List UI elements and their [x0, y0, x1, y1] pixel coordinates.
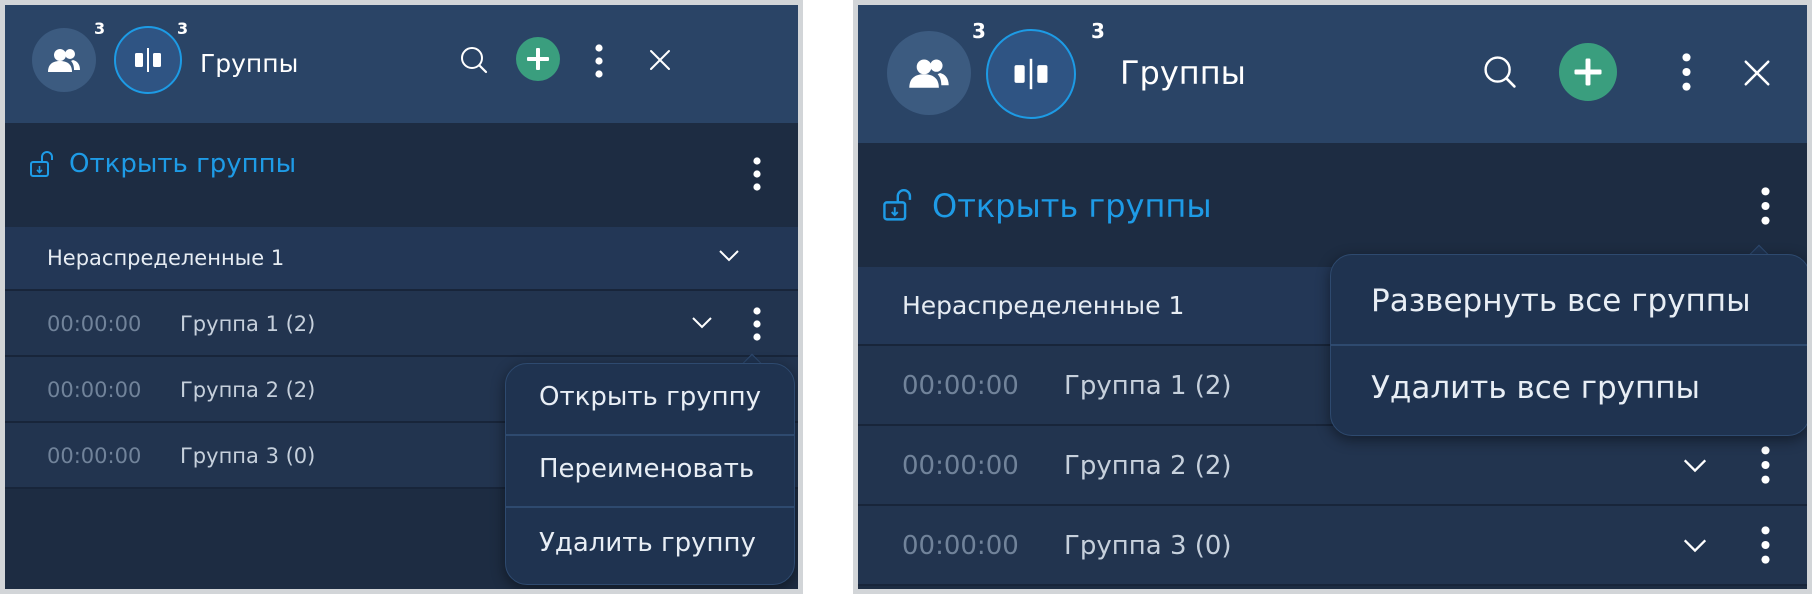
more-vertical-icon [595, 44, 603, 78]
delete-all-groups-item[interactable]: Удалить все группы [1331, 369, 1807, 407]
unassigned-label: Нераспределенные 1 [47, 246, 285, 270]
open-groups-row: Открыть группы [5, 123, 798, 227]
more-vertical-icon [753, 307, 761, 341]
expand-all-groups-item[interactable]: Развернуть все группы [1331, 282, 1807, 320]
group-time: 00:00:00 [902, 451, 1019, 481]
unassigned-label: Нераспределенные 1 [902, 291, 1185, 320]
chevron-down-icon[interactable] [718, 249, 740, 263]
search-icon [1484, 56, 1516, 88]
header-title: Группы [1120, 54, 1246, 92]
more-vertical-icon [1681, 53, 1691, 91]
users-button[interactable] [32, 28, 96, 92]
header-title: Группы [200, 49, 299, 78]
group-time: 00:00:00 [902, 531, 1019, 561]
plus-icon [1574, 58, 1602, 86]
close-icon [1744, 60, 1770, 86]
group-row[interactable]: 00:00:00 Группа 3 (0) [858, 506, 1807, 586]
groups-panel-right: 3 3 Группы Открыть группы Нераспределенн… [853, 0, 1812, 594]
groups-panel-left: 3 3 Группы Открыть группы Нераспределенн… [0, 0, 803, 594]
add-group-button[interactable] [516, 37, 560, 81]
users-icon [48, 49, 80, 72]
group-name: Группа 2 (2) [180, 378, 316, 402]
search-button[interactable] [457, 43, 491, 77]
group-name: Группа 3 (0) [1064, 531, 1232, 561]
open-groups-more-button[interactable] [1753, 185, 1777, 227]
group-row[interactable]: 00:00:00 Группа 2 (2) [858, 426, 1807, 506]
group-name: Группа 3 (0) [180, 444, 316, 468]
close-icon [650, 50, 670, 70]
groups-split-icon [135, 48, 161, 72]
group-time: 00:00:00 [47, 444, 142, 468]
unlock-icon [883, 189, 912, 221]
more-vertical-icon [1760, 526, 1770, 564]
groups-count-badge: 3 [177, 19, 189, 38]
open-group-item[interactable]: Открыть группу [506, 380, 794, 414]
group-more-button[interactable] [1753, 524, 1777, 566]
group-name: Группа 1 (2) [1064, 371, 1232, 401]
group-time: 00:00:00 [902, 371, 1019, 401]
all-groups-context-menu: Развернуть все группы Удалить все группы [1330, 254, 1807, 436]
group-time: 00:00:00 [47, 378, 142, 402]
more-vertical-icon [1760, 446, 1770, 484]
chevron-down-icon[interactable] [1682, 458, 1708, 474]
open-groups-label: Открыть группы [69, 149, 297, 179]
group-row[interactable]: 00:00:00 Группа 1 (2) [5, 291, 798, 357]
unlock-icon [30, 151, 53, 177]
header-more-button[interactable] [589, 43, 609, 79]
delete-group-item[interactable]: Удалить группу [506, 526, 794, 560]
more-vertical-icon [1760, 187, 1770, 225]
rename-group-item[interactable]: Переименовать [506, 452, 794, 486]
users-count-badge: 3 [972, 19, 986, 43]
search-button[interactable] [1480, 52, 1520, 92]
group-time: 00:00:00 [47, 312, 142, 336]
chevron-down-icon[interactable] [691, 316, 713, 330]
open-groups-link[interactable]: Открыть группы [25, 145, 296, 183]
panel-header: 3 3 Группы [5, 5, 798, 123]
open-groups-link[interactable]: Открыть группы [882, 183, 1212, 229]
open-groups-label: Открыть группы [932, 187, 1212, 225]
users-icon [909, 59, 949, 88]
open-groups-row: Открыть группы [858, 143, 1807, 267]
groups-view-button[interactable] [114, 26, 182, 94]
add-group-button[interactable] [1559, 43, 1617, 101]
menu-divider [1331, 344, 1807, 346]
open-groups-more-button[interactable] [747, 156, 767, 192]
groups-split-icon [1014, 58, 1048, 90]
users-button[interactable] [887, 31, 971, 115]
group-more-button[interactable] [1753, 444, 1777, 486]
search-icon [461, 47, 488, 74]
close-button[interactable] [1739, 55, 1775, 91]
chevron-down-icon[interactable] [1682, 538, 1708, 554]
menu-divider [506, 434, 794, 436]
header-more-button[interactable] [1674, 51, 1698, 93]
menu-divider [506, 506, 794, 508]
panel-header: 3 3 Группы [858, 5, 1807, 143]
group-name: Группа 2 (2) [1064, 451, 1232, 481]
unassigned-row[interactable]: Нераспределенные 1 [5, 227, 798, 291]
group-name: Группа 1 (2) [180, 312, 316, 336]
users-count-badge: 3 [94, 19, 106, 38]
close-button[interactable] [645, 45, 675, 75]
group-context-menu: Открыть группу Переименовать Удалить гру… [505, 363, 795, 585]
group-more-button[interactable] [747, 306, 767, 342]
more-vertical-icon [753, 157, 761, 191]
groups-view-button[interactable] [986, 29, 1076, 119]
groups-count-badge: 3 [1091, 19, 1105, 43]
plus-icon [527, 48, 549, 70]
